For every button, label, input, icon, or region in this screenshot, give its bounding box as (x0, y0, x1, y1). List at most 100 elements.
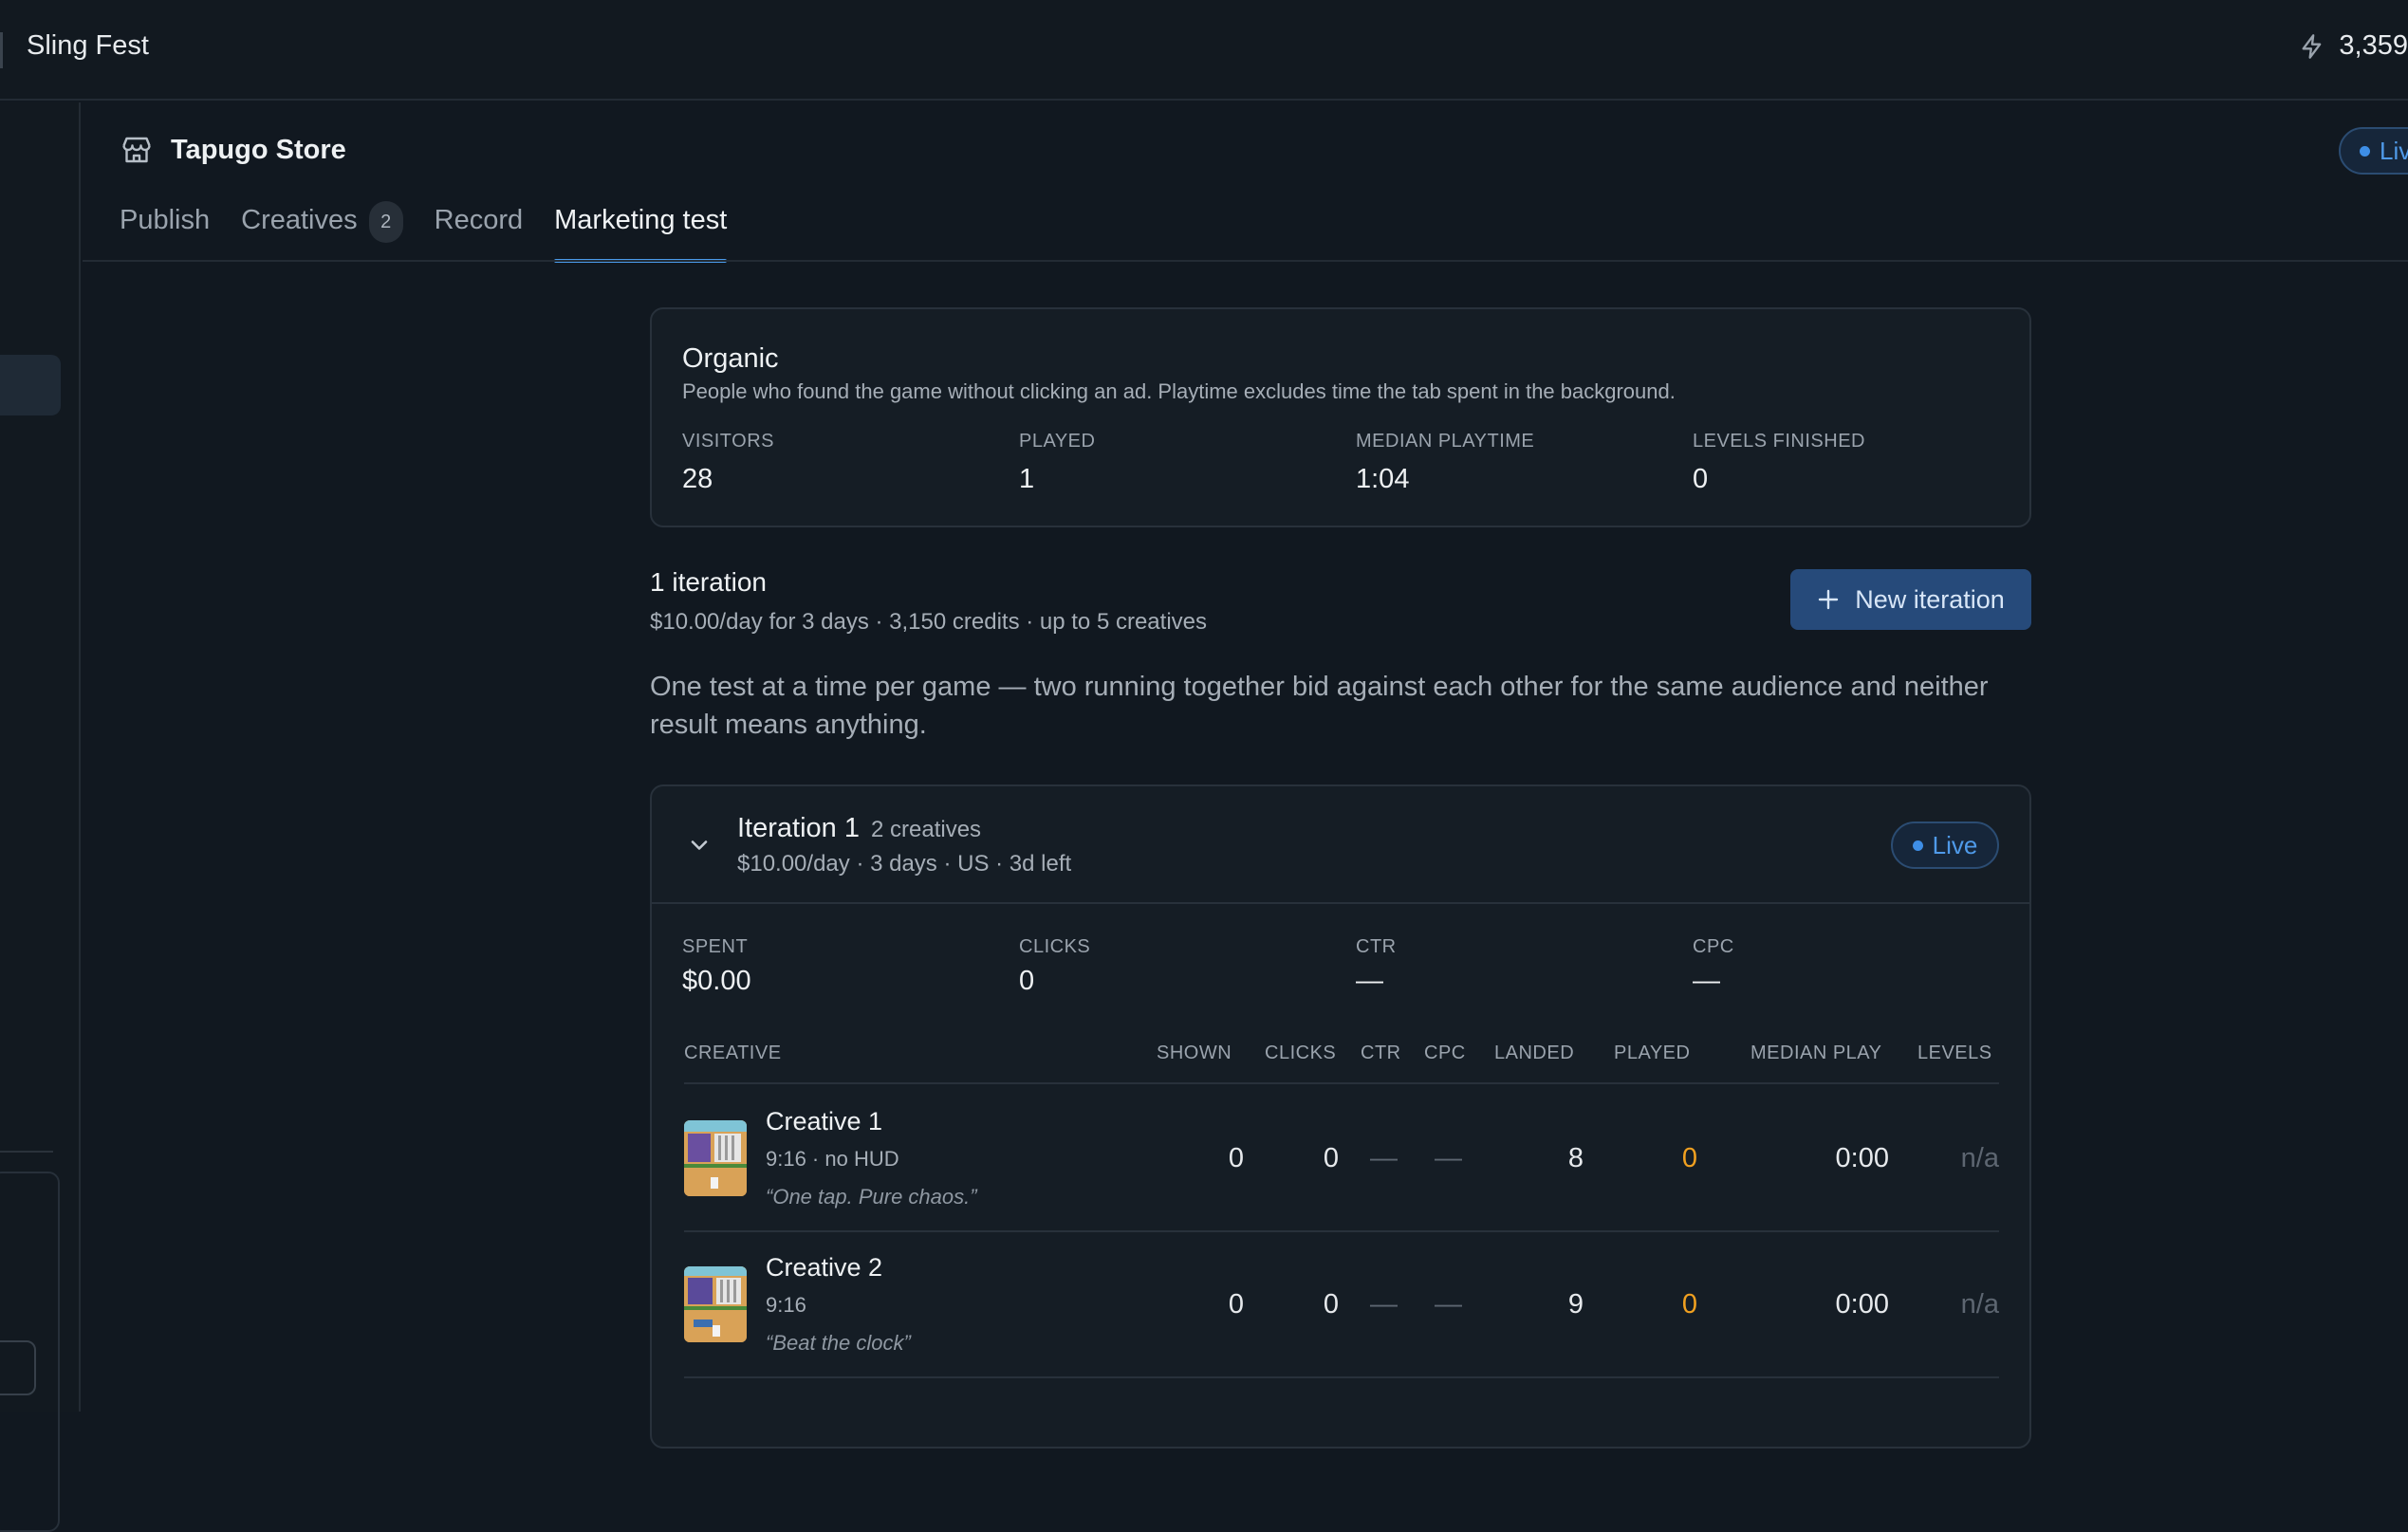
iteration-creative-count: 2 creatives (870, 817, 982, 842)
game-scene-image (684, 1266, 747, 1342)
stat-played: PLAYED 1 (1019, 431, 1095, 495)
organic-card: Organic People who found the game withou… (650, 307, 2031, 527)
tab-bar: Publish Creatives 2 Record Marketing test (120, 195, 758, 263)
iterations-summary: 1 iteration $10.00/day for 3 days · 3,15… (650, 567, 1207, 636)
cell-played: 0 (1681, 1289, 1697, 1320)
cell-shown: 0 (1228, 1289, 1244, 1320)
iteration-status-badge: Live (1891, 821, 1999, 869)
cell-ctr: — (1370, 1143, 1398, 1173)
stat-value: — (1693, 966, 1720, 996)
top-bar: Sling Fest 3,359 (0, 0, 2408, 101)
cell-median-play: 0:00 (1835, 1289, 1889, 1320)
stat-label: MEDIAN PLAYTIME (1356, 431, 1535, 452)
cell-landed: 8 (1567, 1143, 1584, 1173)
stat-median-playtime: MEDIAN PLAYTIME 1:04 (1356, 431, 1534, 495)
creatives-table-header: CREATIVE SHOWN CLICKS CTR CPC LANDED PLA… (684, 1043, 1999, 1084)
cell-shown: 0 (1228, 1143, 1244, 1173)
col-landed[interactable]: LANDED (1494, 1043, 1574, 1064)
stat-label: CTR (1356, 936, 1397, 957)
col-shown[interactable]: SHOWN (1157, 1043, 1232, 1064)
col-creative[interactable]: CREATIVE (684, 1043, 782, 1064)
tab-label: Creatives (241, 205, 358, 235)
col-clicks[interactable]: CLICKS (1265, 1043, 1336, 1064)
stat-label: CPC (1693, 936, 1734, 957)
creative-tagline: “One tap. Pure chaos.” (766, 1185, 977, 1209)
store-name: Tapugo Store (171, 134, 346, 165)
stat-spent: SPENT $0.00 (682, 936, 751, 997)
col-median-play[interactable]: MEDIAN PLAY (1750, 1043, 1882, 1064)
creative-thumbnail (684, 1120, 747, 1196)
store-icon (122, 137, 151, 163)
status-dot (2360, 145, 2370, 157)
stat-label: PLAYED (1019, 431, 1096, 452)
new-iteration-label: New iteration (1855, 584, 2005, 614)
sidebar-selected-item[interactable] (0, 355, 61, 415)
sidebar-input[interactable] (0, 1340, 36, 1395)
iteration-card: Iteration 1 2 creatives $10.00/day · 3 da… (650, 784, 2031, 1449)
store-status-badge: Live (2339, 127, 2408, 175)
stat-value: 1 (1019, 464, 1035, 494)
iteration-header[interactable]: Iteration 1 2 creatives $10.00/day · 3 da… (652, 786, 2029, 904)
tab-creatives[interactable]: Creatives 2 (241, 195, 403, 262)
organic-description: People who found the game without clicki… (682, 379, 1676, 403)
test-note: One test at a time per game — two runnin… (650, 672, 1989, 740)
game-scene-image (684, 1120, 747, 1196)
tab-publish[interactable]: Publish (120, 195, 210, 262)
credits-value: 3,359 (2339, 30, 2408, 61)
stat-ctr: CTR — (1356, 936, 1397, 997)
stat-clicks: CLICKS 0 (1019, 936, 1090, 997)
stat-cpc: CPC — (1693, 936, 1734, 997)
creative-meta: 9:16 (766, 1293, 806, 1317)
cell-ctr: — (1370, 1289, 1398, 1320)
stat-label: SPENT (682, 936, 749, 957)
store-status-label: Live (2380, 136, 2408, 165)
iterations-budget: $10.00/day for 3 days · 3,150 credits · … (650, 609, 1207, 635)
table-row[interactable]: Creative 2 9:16 “Beat the clock” 0 0 — —… (684, 1232, 1999, 1378)
col-cpc[interactable]: CPC (1424, 1043, 1466, 1064)
new-iteration-button[interactable]: New iteration (1790, 569, 2031, 630)
creative-thumbnail (684, 1266, 747, 1342)
chevron-down-icon[interactable] (686, 832, 713, 858)
stat-value: 1:04 (1356, 464, 1410, 494)
col-levels[interactable]: LEVELS (1917, 1043, 1992, 1064)
col-played[interactable]: PLAYED (1614, 1043, 1690, 1064)
store-header: Tapugo Store (120, 133, 346, 167)
credits-counter[interactable]: 3,359 (2299, 30, 2408, 62)
cell-landed: 9 (1567, 1289, 1584, 1320)
plus-icon (1819, 589, 1839, 610)
tab-label: Marketing test (554, 205, 728, 235)
tab-label: Publish (120, 205, 211, 235)
cell-cpc: — (1435, 1143, 1462, 1173)
tab-divider (83, 260, 2408, 262)
stat-levels-finished: LEVELS FINISHED 0 (1693, 431, 1865, 495)
table-row[interactable]: Creative 1 9:16 · no HUD “One tap. Pure … (684, 1086, 1999, 1232)
stat-value: 0 (1693, 464, 1709, 494)
iteration-status-label: Live (1932, 830, 1978, 859)
stat-label: VISITORS (682, 431, 774, 452)
iteration-meta: $10.00/day · 3 days · US · 3d left (737, 851, 1072, 877)
col-ctr[interactable]: CTR (1361, 1043, 1401, 1064)
stat-value: 28 (682, 464, 713, 494)
left-sidebar (0, 102, 81, 1532)
cell-levels: n/a (1960, 1143, 1999, 1173)
stat-label: CLICKS (1019, 936, 1091, 957)
creative-tagline: “Beat the clock” (766, 1331, 911, 1355)
tab-label: Record (434, 205, 524, 235)
cell-clicks: 0 (1323, 1143, 1339, 1173)
cell-levels: n/a (1960, 1289, 1999, 1320)
cell-median-play: 0:00 (1835, 1143, 1889, 1173)
creative-meta: 9:16 · no HUD (766, 1147, 899, 1171)
iterations-count: 1 iteration (650, 567, 767, 597)
stat-value: $0.00 (682, 966, 751, 996)
tab-marketing-test[interactable]: Marketing test (554, 195, 728, 263)
creative-name: Creative 2 (766, 1253, 883, 1282)
stat-value: — (1356, 966, 1383, 996)
lightning-icon (2302, 33, 2322, 59)
sidebar-divider (0, 1151, 53, 1153)
creatives-count-badge: 2 (368, 201, 403, 243)
stat-value: 0 (1019, 966, 1035, 996)
cell-cpc: — (1435, 1289, 1462, 1320)
iteration-title: Iteration 1 (737, 813, 860, 843)
tab-record[interactable]: Record (435, 195, 524, 262)
creative-name: Creative 1 (766, 1107, 883, 1135)
